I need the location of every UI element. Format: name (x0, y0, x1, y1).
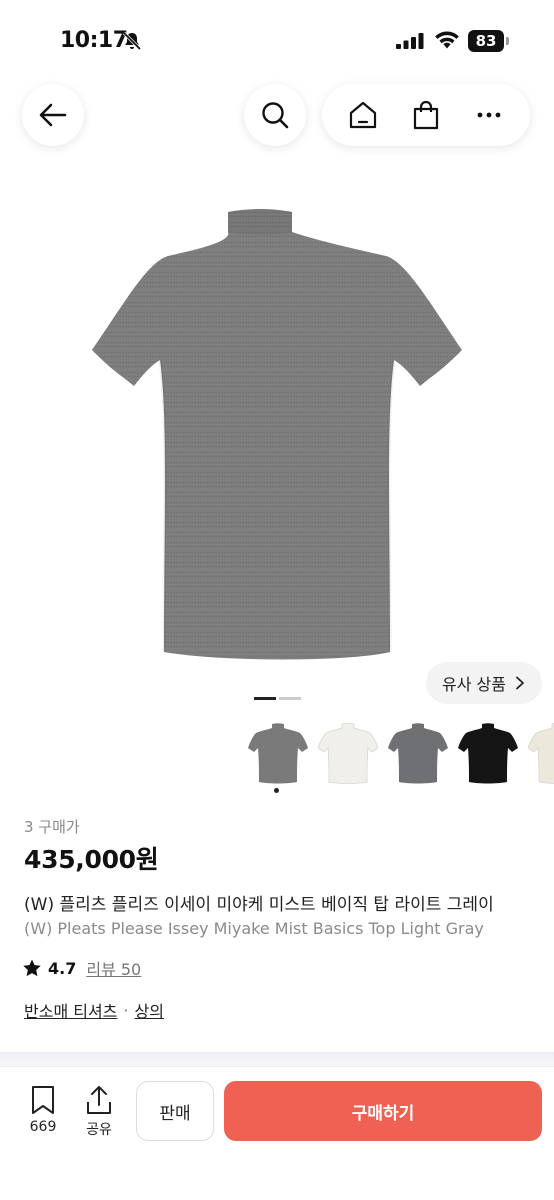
similar-products-button[interactable]: 유사 상품 (426, 662, 542, 704)
thumbnail-garment (318, 722, 378, 784)
back-button[interactable] (22, 84, 84, 146)
battery-level: 83 (468, 30, 504, 52)
category-separator: · (123, 1000, 129, 1020)
share-label: 공유 (86, 1122, 112, 1138)
arrow-left-icon (39, 103, 67, 127)
search-button[interactable] (244, 84, 306, 146)
rating-row: 4.7 리뷰 50 (22, 956, 141, 980)
image-pager (254, 697, 302, 700)
cellular-signal-icon (396, 33, 424, 49)
bookmark-count: 669 (29, 1119, 57, 1135)
thumbnail-garment (528, 723, 554, 784)
status-bar: 10:17 83 (0, 0, 554, 80)
shopping-bag-icon (413, 100, 439, 130)
product-title-korean: (W) 플리츠 플리즈 이세이 미야케 미스트 베이직 탑 라이트 그레이 (24, 895, 494, 915)
bookmark-button[interactable]: 669 (22, 1085, 64, 1143)
star-icon (23, 959, 41, 977)
color-thumbnail[interactable] (388, 718, 448, 786)
more-horizontal-icon (477, 112, 501, 118)
selected-thumbnail-indicator (274, 788, 279, 793)
status-time: 10:17 (60, 28, 128, 53)
color-thumbnail[interactable] (318, 718, 378, 786)
color-thumbnails (248, 718, 554, 788)
product-title-english: (W) Pleats Please Issey Miyake Mist Basi… (24, 919, 484, 938)
search-icon (262, 102, 289, 129)
cart-button[interactable] (408, 97, 444, 133)
rating-value: 4.7 (48, 958, 77, 978)
pager-inactive-segment (279, 697, 301, 700)
bell-slash-icon (122, 31, 142, 51)
category-link-short-sleeve-tee[interactable]: 반소매 티셔츠 (24, 998, 117, 1022)
product-image[interactable] (60, 190, 494, 680)
share-button[interactable]: 공유 (78, 1085, 120, 1143)
nav-action-group (322, 84, 530, 146)
section-divider (0, 1052, 554, 1066)
bookmark-icon (32, 1086, 54, 1114)
buy-button[interactable]: 구매하기 (224, 1081, 542, 1141)
color-thumbnail[interactable] (528, 718, 554, 786)
similar-products-label: 유사 상품 (442, 675, 506, 694)
color-thumbnail[interactable] (248, 718, 308, 786)
category-link-top[interactable]: 상의 (135, 998, 164, 1022)
wifi-icon (435, 31, 459, 49)
pager-active-segment (254, 697, 276, 700)
purchase-count: 3 구매가 (24, 818, 80, 836)
price: 435,000원 (24, 845, 159, 874)
thumbnail-garment (388, 723, 448, 784)
more-button[interactable] (471, 97, 507, 133)
sell-button[interactable]: 판매 (136, 1081, 214, 1141)
battery-icon: 83 (468, 30, 510, 52)
color-thumbnail[interactable] (458, 718, 518, 786)
battery-cap (506, 37, 509, 45)
chevron-right-icon (516, 676, 524, 690)
thumbnail-garment (458, 723, 518, 784)
share-icon (87, 1086, 111, 1114)
thumbnail-garment (248, 723, 308, 784)
home-button[interactable] (345, 97, 381, 133)
bottom-action-bar: 669 공유 판매 구매하기 (0, 1066, 554, 1200)
home-icon (350, 101, 377, 129)
category-breadcrumb: 반소매 티셔츠 · 상의 (24, 998, 164, 1022)
review-link[interactable]: 리뷰 50 (86, 956, 141, 980)
